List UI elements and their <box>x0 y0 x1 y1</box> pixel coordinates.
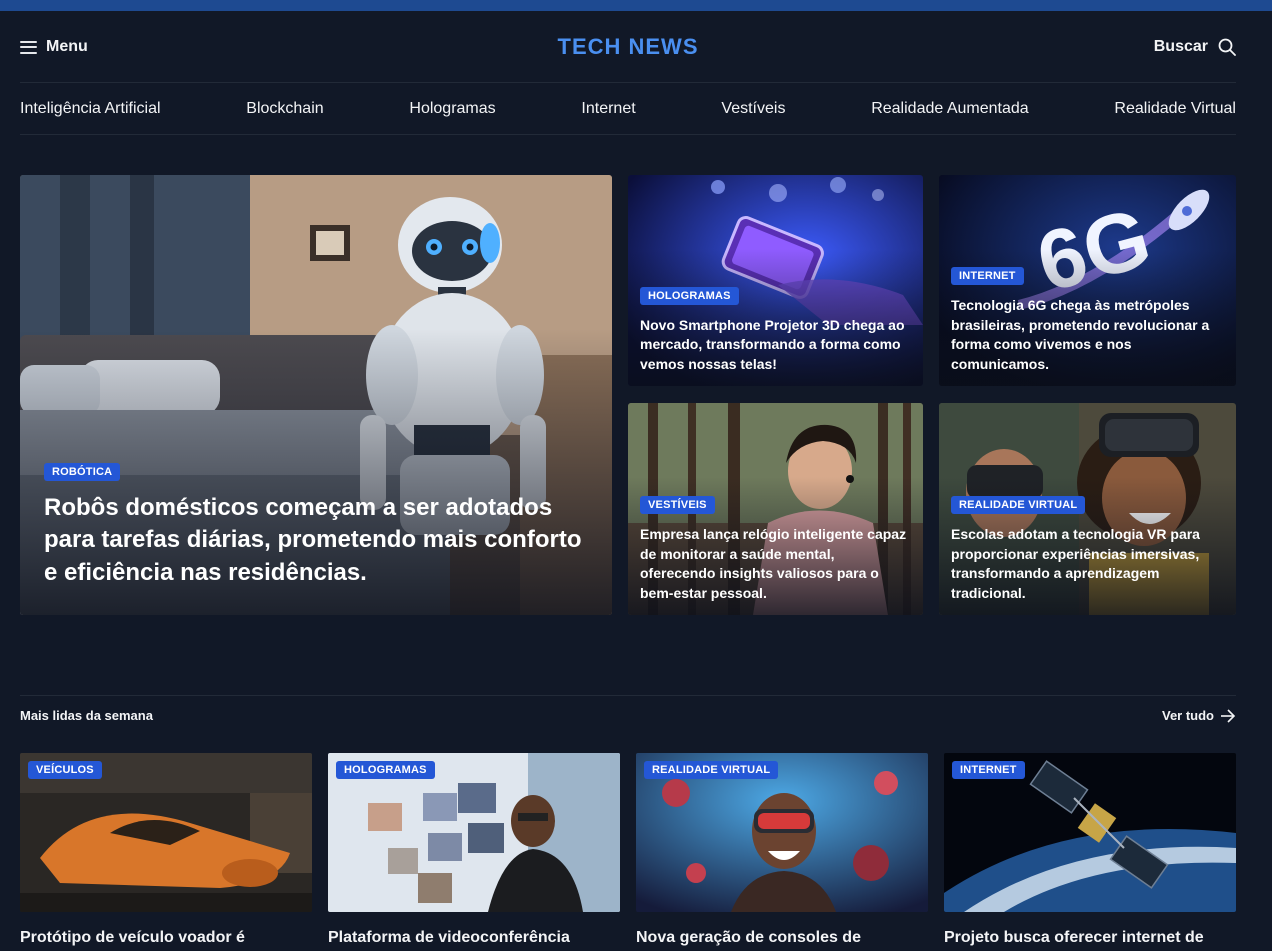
category-badge[interactable]: REALIDADE VIRTUAL <box>951 496 1086 514</box>
category-badge[interactable]: INTERNET <box>951 267 1024 285</box>
most-read-item[interactable]: HOLOGRAMAS Plataforma de videoconferênci… <box>328 753 620 948</box>
site-logo[interactable]: TECH NEWS <box>20 28 1236 66</box>
featured-card-title[interactable]: Escolas adotam a tecnologia VR para prop… <box>951 525 1224 603</box>
article-thumbnail: HOLOGRAMAS <box>328 753 620 912</box>
most-read-header: Mais lidas da semana Ver tudo <box>20 708 1236 726</box>
nav-item-internet[interactable]: Internet <box>581 100 635 118</box>
arrow-right-icon <box>1221 708 1236 723</box>
header-divider <box>20 82 1236 83</box>
nav-item-holograms[interactable]: Hologramas <box>409 100 495 118</box>
see-all-label: Ver tudo <box>1161 708 1214 723</box>
article-title[interactable]: Protótipo de veículo voador é <box>20 928 312 948</box>
article-thumbnail: VEÍCULOS <box>20 753 312 912</box>
section-divider <box>20 695 1236 696</box>
featured-main-title[interactable]: Robôs domésticos começam a ser adotados … <box>44 492 588 590</box>
see-all-link[interactable]: Ver tudo <box>1162 708 1236 723</box>
nav-item-wearables[interactable]: Vestíveis <box>721 100 785 118</box>
category-badge[interactable]: VESTÍVEIS <box>640 496 715 514</box>
article-title[interactable]: Projeto busca oferecer internet de <box>944 928 1236 948</box>
featured-card-6g[interactable]: 6G INTERNET Tecnologia 6G chega às metró… <box>939 175 1236 386</box>
nav-item-ai[interactable]: Inteligência Artificial <box>20 100 161 118</box>
search-icon <box>1218 38 1236 56</box>
section-title: Mais lidas da semana <box>20 708 153 723</box>
featured-card-smartphone[interactable]: HOLOGRAMAS Novo Smartphone Projetor 3D c… <box>628 175 923 386</box>
top-accent-bar <box>0 0 1272 11</box>
category-badge[interactable]: HOLOGRAMAS <box>640 286 739 305</box>
article-title[interactable]: Plataforma de videoconferência <box>328 928 620 948</box>
category-badge[interactable]: REALIDADE VIRTUAL <box>644 761 779 779</box>
article-thumbnail: INTERNET <box>944 753 1236 912</box>
nav-item-virtual-reality[interactable]: Realidade Virtual <box>1114 100 1236 118</box>
article-title[interactable]: Nova geração de consoles de <box>636 928 928 948</box>
featured-card-title[interactable]: Tecnologia 6G chega às metrópoles brasil… <box>951 296 1224 374</box>
category-badge[interactable]: HOLOGRAMAS <box>336 761 435 779</box>
search-button[interactable]: Buscar <box>1154 28 1236 66</box>
article-thumbnail: REALIDADE VIRTUAL <box>636 753 928 912</box>
nav-item-augmented-reality[interactable]: Realidade Aumentada <box>871 100 1028 118</box>
featured-main-card[interactable]: ROBÓTICA Robôs domésticos começam a ser … <box>20 175 612 615</box>
most-read-item[interactable]: VEÍCULOS Protótipo de veículo voador é <box>20 753 312 948</box>
nav-divider <box>20 134 1236 135</box>
most-read-item[interactable]: REALIDADE VIRTUAL Nova geração de consol… <box>636 753 928 948</box>
category-nav: Inteligência Artificial Blockchain Holog… <box>20 98 1236 120</box>
category-badge[interactable]: INTERNET <box>952 761 1025 779</box>
featured-card-smartwatch[interactable]: VESTÍVEIS Empresa lança relógio intelige… <box>628 403 923 615</box>
nav-item-blockchain[interactable]: Blockchain <box>246 100 323 118</box>
site-header: Menu TECH NEWS Buscar <box>20 28 1236 66</box>
featured-card-title[interactable]: Novo Smartphone Projetor 3D chega ao mer… <box>640 316 911 375</box>
category-badge[interactable]: VEÍCULOS <box>28 761 102 779</box>
most-read-item[interactable]: INTERNET Projeto busca oferecer internet… <box>944 753 1236 948</box>
category-badge[interactable]: ROBÓTICA <box>44 462 121 481</box>
featured-card-vr-schools[interactable]: REALIDADE VIRTUAL Escolas adotam a tecno… <box>939 403 1236 615</box>
featured-card-title[interactable]: Empresa lança relógio inteligente capaz … <box>640 525 911 603</box>
search-label: Buscar <box>1153 38 1208 55</box>
